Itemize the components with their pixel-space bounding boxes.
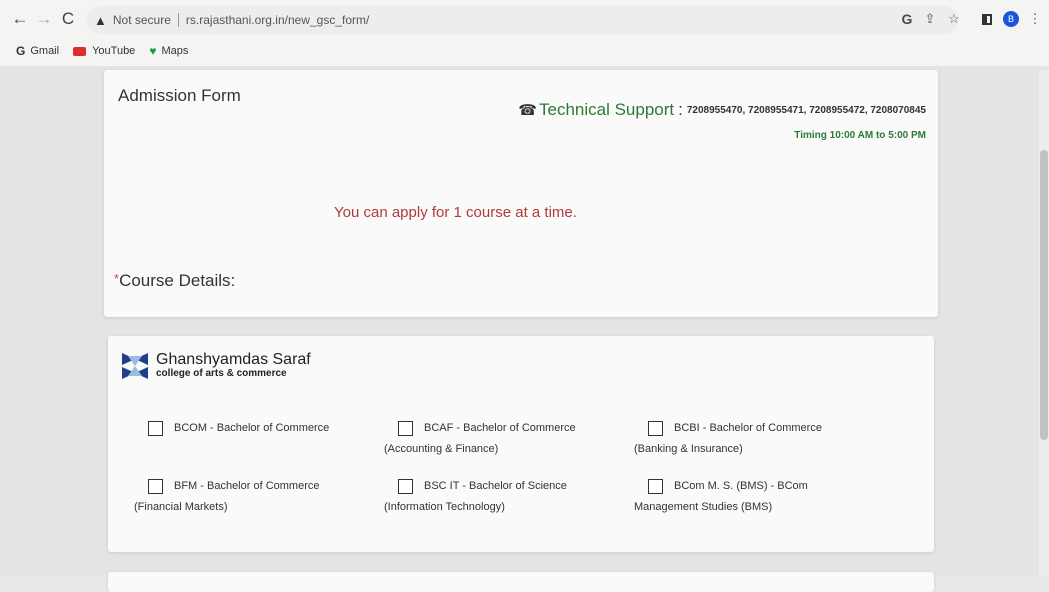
star-bookmark-icon[interactable]: ☆ [945,10,963,28]
checkbox[interactable] [148,421,163,436]
course-option-bms[interactable]: BCom M. S. (BMS) - BCom Management Studi… [634,476,864,519]
telephone-icon: ☎ [518,102,537,119]
bookmark-youtube[interactable]: YouTube [73,45,135,57]
course-option-bfm[interactable]: BFM - Bachelor of Commerce (Financial Ma… [134,476,364,519]
youtube-icon [73,46,87,56]
url-text[interactable]: rs.rajasthani.org.in/new_gsc_form/ [186,13,369,27]
scrollbar-thumb[interactable] [1040,150,1048,440]
menu-kebab-icon[interactable]: ⋮ [1026,10,1044,28]
checkbox[interactable] [648,421,663,436]
warning-icon: ▲ [94,12,107,28]
course-option-bcaf[interactable]: BCAF - Bachelor of Commerce (Accounting … [384,418,614,461]
page-title: Admission Form [118,86,241,105]
course-option-bcbi[interactable]: BCBI - Bachelor of Commerce (Banking & I… [634,418,864,461]
course-option-bsc-it[interactable]: BSC IT - Bachelor of Science (Informatio… [384,476,614,519]
admission-form-card: Admission Form ☎ Technical Support : 720… [104,70,938,317]
course-selection-card: Ghanshyamdas Saraf college of arts & com… [108,336,934,552]
course-details-heading: *Course Details: [114,271,235,291]
course-option-bcom[interactable]: BCOM - Bachelor of Commerce [134,418,364,439]
bookmark-maps[interactable]: ♥ Maps [149,44,188,58]
address-divider [177,13,179,27]
address-bar[interactable]: ▲ Not secure rs.rajasthani.org.in/new_gs… [86,6,958,34]
page-scrollbar[interactable] [1039,70,1049,576]
maps-pin-icon: ♥ [149,44,157,58]
course-details-label: Course Details: [119,271,236,290]
support-timing: Timing 10:00 AM to 5:00 PM [794,130,926,141]
not-secure-label: Not secure [112,13,171,27]
bookmarks-bar: G Gmail YouTube ♥ Maps [0,40,1049,62]
checkbox[interactable] [398,421,413,436]
gmail-icon: G [16,44,26,58]
google-translate-icon[interactable]: G [898,10,916,28]
share-icon[interactable]: ⇪ [921,10,939,28]
technical-support: ☎ Technical Support : 7208955470, 720895… [518,100,926,120]
course-limit-notice: You can apply for 1 course at a time. [334,204,577,221]
college-logo-icon [122,353,148,379]
forward-arrow-icon[interactable]: → [34,9,54,29]
back-arrow-icon[interactable]: ← [10,9,30,29]
next-section-card [108,572,934,592]
support-colon: : [678,100,683,119]
checkbox[interactable] [648,479,663,494]
college-logo: Ghanshyamdas Saraf college of arts & com… [122,352,311,380]
bookmark-gmail[interactable]: G Gmail [16,44,59,58]
support-label: Technical Support [538,100,675,119]
college-name-line1: Ghanshyamdas Saraf [156,351,311,368]
support-numbers: 7208955470, 7208955471, 7208955472, 7208… [686,104,926,116]
college-name-line2: college of arts & commerce [156,368,287,379]
browser-chrome: ← → C ▲ Not secure rs.rajasthani.org.in/… [0,0,1049,66]
profile-avatar[interactable]: B [1002,10,1020,28]
side-panel-icon[interactable] [978,10,996,28]
checkbox[interactable] [398,479,413,494]
checkbox[interactable] [148,479,163,494]
reload-icon[interactable]: C [58,9,78,29]
page-content: Admission Form ☎ Technical Support : 720… [0,66,1049,592]
